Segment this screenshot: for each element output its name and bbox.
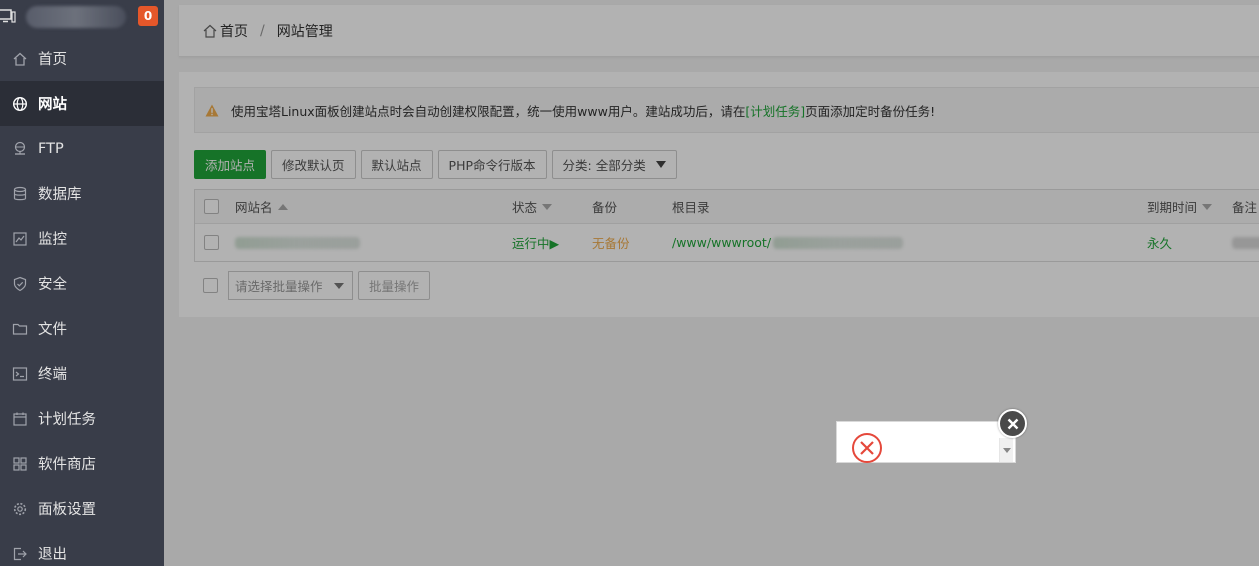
shield-icon: [12, 276, 28, 292]
sidebar-item-label: 数据库: [38, 187, 82, 203]
dialog-scrollbar[interactable]: [999, 438, 1013, 462]
sidebar-item-ftp[interactable]: FTP: [0, 126, 164, 171]
sidebar-item-label: 首页: [38, 52, 67, 68]
close-icon: [1007, 418, 1018, 429]
sidebar-item-label: 终端: [38, 367, 67, 383]
apps-icon: [12, 456, 28, 472]
globe-icon: [12, 96, 28, 112]
dialog-close-button[interactable]: [998, 409, 1027, 438]
sidebar: 0 首页 网站 FTP 数据库 监控 安全 文件 终端 计划任务 软件商店 面板…: [0, 0, 164, 566]
server-header: 0: [0, 0, 164, 36]
sidebar-item-settings[interactable]: 面板设置: [0, 486, 164, 531]
sidebar-item-terminal[interactable]: 终端: [0, 351, 164, 396]
server-name-blurred: [26, 6, 126, 28]
database-icon: [12, 186, 28, 202]
sidebar-item-cron[interactable]: 计划任务: [0, 396, 164, 441]
sidebar-nav: 首页 网站 FTP 数据库 监控 安全 文件 终端 计划任务 软件商店 面板设置…: [0, 36, 164, 566]
sidebar-item-label: 软件商店: [38, 457, 96, 473]
sidebar-item-files[interactable]: 文件: [0, 306, 164, 351]
sidebar-item-label: 退出: [38, 547, 67, 563]
sidebar-item-label: 计划任务: [38, 412, 96, 428]
sidebar-item-label: 文件: [38, 322, 67, 338]
sidebar-item-label: 监控: [38, 232, 67, 248]
sidebar-item-database[interactable]: 数据库: [0, 171, 164, 216]
modal-overlay[interactable]: [164, 0, 1259, 566]
notification-badge[interactable]: 0: [138, 6, 158, 26]
sidebar-item-security[interactable]: 安全: [0, 261, 164, 306]
error-dialog: [836, 421, 1016, 463]
gear-icon: [12, 501, 28, 517]
home-icon: [12, 51, 28, 67]
sidebar-item-logout[interactable]: 退出: [0, 531, 164, 566]
logout-icon: [12, 546, 28, 562]
terminal-icon: [12, 366, 28, 382]
error-icon: [852, 433, 882, 463]
sidebar-item-home[interactable]: 首页: [0, 36, 164, 81]
server-icon: [0, 9, 16, 23]
ftp-icon: [12, 141, 28, 157]
sidebar-item-label: 安全: [38, 277, 67, 293]
monitor-icon: [12, 231, 28, 247]
sidebar-item-app-store[interactable]: 软件商店: [0, 441, 164, 486]
sidebar-item-monitor[interactable]: 监控: [0, 216, 164, 261]
folder-icon: [12, 321, 28, 337]
calendar-icon: [12, 411, 28, 427]
sidebar-item-label: 面板设置: [38, 502, 96, 518]
sidebar-item-website[interactable]: 网站: [0, 81, 164, 126]
sidebar-item-label: FTP: [38, 140, 64, 157]
sidebar-item-label: 网站: [38, 97, 67, 113]
scroll-down-icon: [1003, 448, 1011, 453]
